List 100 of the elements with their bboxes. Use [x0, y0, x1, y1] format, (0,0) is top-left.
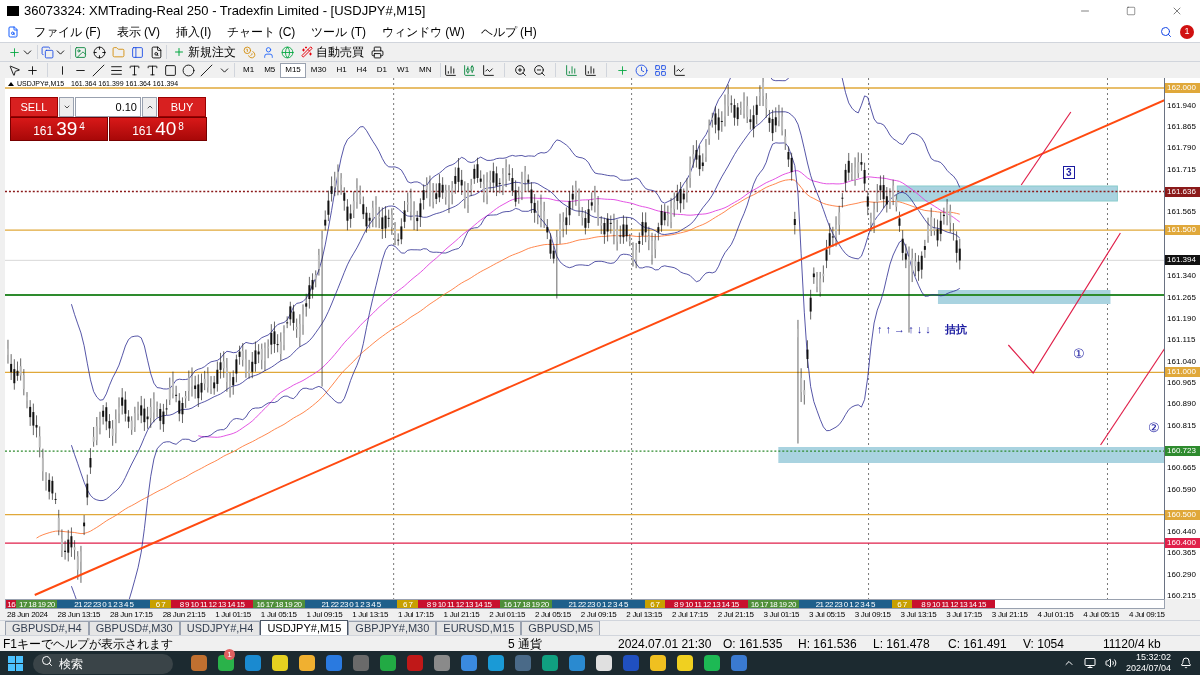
- chart-tab[interactable]: GBPUSD,M5: [521, 621, 601, 635]
- app-icon[interactable]: [542, 655, 558, 671]
- panel-icon[interactable]: [131, 45, 144, 59]
- copy-icon[interactable]: [41, 45, 54, 59]
- clock-icon[interactable]: [634, 63, 648, 77]
- session-segment: 8 9 10 11 12 13 14 15: [912, 600, 995, 608]
- timeframe-button[interactable]: W1: [392, 62, 415, 78]
- menu-item[interactable]: ウィンドウ (W): [374, 22, 473, 42]
- menu-item[interactable]: 挿入(I): [168, 22, 220, 42]
- cursor-icon[interactable]: [8, 63, 21, 77]
- session-segment: 6 7: [891, 600, 913, 608]
- menu-item[interactable]: ヘルプ (H): [472, 22, 545, 42]
- chart-tab[interactable]: GBPUSD#,M30: [88, 621, 180, 635]
- file-search-icon[interactable]: [150, 45, 163, 59]
- clock-date: 2024/07/04: [1125, 663, 1171, 674]
- app-icon[interactable]: [191, 655, 207, 671]
- time-label: 28 Jun 13:15: [57, 609, 101, 620]
- search-icon: [41, 655, 53, 667]
- zoom-in-icon[interactable]: [513, 63, 527, 77]
- price-tick: 161.715: [1167, 164, 1196, 174]
- price-tick: 160.665: [1167, 463, 1196, 473]
- clock-time: 15:32:02: [1135, 652, 1171, 663]
- search-field[interactable]: 検索: [33, 654, 173, 674]
- trend-line-icon[interactable]: [92, 63, 105, 77]
- chart-tab[interactable]: GBPJPY#,M30: [348, 621, 437, 635]
- new-order-button[interactable]: 新規注文: [170, 43, 239, 61]
- ellipse-icon[interactable]: [182, 63, 195, 77]
- timeframe-button[interactable]: H4: [351, 62, 372, 78]
- menu-item[interactable]: ファイル (F): [26, 22, 109, 42]
- monitor-icon[interactable]: [1083, 657, 1096, 669]
- price-tick: 161.265: [1167, 292, 1196, 302]
- chart-tab[interactable]: USDJPY#,M15: [260, 620, 349, 635]
- price-tick: 161.340: [1167, 271, 1196, 281]
- app-icon[interactable]: [650, 655, 666, 671]
- lot-field[interactable]: 0.10: [75, 97, 141, 117]
- collapse-triangle-icon[interactable]: [8, 82, 14, 86]
- app-icon[interactable]: [731, 655, 747, 671]
- print-icon[interactable]: [371, 45, 384, 59]
- app-icon[interactable]: [704, 655, 720, 671]
- document-icon[interactable]: [7, 26, 19, 38]
- chart-tab[interactable]: USDJPY#,H4: [179, 621, 261, 635]
- price-tick: 161.565: [1167, 207, 1196, 217]
- session-segment: 8 9 10 11 12 13 14 15: [665, 600, 748, 608]
- menu-item[interactable]: チャート (C): [219, 22, 304, 42]
- app-icon[interactable]: [596, 655, 612, 671]
- session-segment: 8 9 10 11 12 13 14 15: [417, 600, 501, 608]
- timeframe-button[interactable]: M30: [305, 62, 332, 78]
- price-tick: 160.815: [1167, 420, 1196, 430]
- tile-icon[interactable]: [653, 63, 667, 77]
- app-icon[interactable]: [569, 655, 585, 671]
- app-icon[interactable]: [677, 655, 693, 671]
- app-icon[interactable]: [272, 655, 288, 671]
- status-text: O: 161.535: [723, 636, 784, 651]
- price-level-label: 161.500: [1165, 225, 1200, 236]
- time-label: 2 Jul 09:15: [580, 609, 617, 620]
- auto-trading-button[interactable]: 自動売買: [298, 43, 367, 61]
- text-tool-icon[interactable]: [128, 63, 141, 77]
- chart-tab[interactable]: GBPUSD#,H4: [5, 621, 89, 635]
- wand-icon: [301, 46, 313, 58]
- chart-tab[interactable]: EURUSD,M15: [436, 621, 522, 635]
- start-icon[interactable]: [8, 655, 23, 671]
- time-label: 4 Jul 05:15: [1083, 609, 1120, 620]
- menu-item[interactable]: ツール (T): [303, 22, 374, 42]
- timeframe-button[interactable]: D1: [371, 62, 393, 78]
- app-icon[interactable]: [245, 655, 261, 671]
- channel-icon[interactable]: [110, 63, 123, 77]
- price-tick: 160.215: [1167, 591, 1196, 601]
- sell-button[interactable]: SELL: [10, 97, 58, 117]
- timeframe-button[interactable]: MN: [414, 62, 437, 78]
- line-chart-icon[interactable]: [481, 63, 495, 77]
- buy-button[interactable]: BUY: [158, 97, 206, 117]
- app-icon[interactable]: [434, 655, 450, 671]
- text-label-icon[interactable]: [146, 63, 159, 77]
- price-tick: 161.940: [1167, 100, 1196, 110]
- timeframe-button[interactable]: M1: [238, 62, 260, 78]
- close-icon: [1171, 5, 1183, 17]
- session-segment: 21 22 23 0 1 2 3 4 5: [57, 600, 151, 608]
- app-icon[interactable]: [299, 655, 315, 671]
- app-icon[interactable]: [461, 655, 477, 671]
- menu-item[interactable]: 表示 (V): [108, 22, 168, 42]
- candlestick-icon[interactable]: [462, 63, 476, 77]
- time-label: 3 Jul 21:15: [991, 609, 1028, 620]
- timeframe-button[interactable]: M15: [280, 62, 306, 78]
- time-label: 28 Jun 21:15: [162, 609, 206, 620]
- rectangle-icon[interactable]: [164, 63, 177, 77]
- session-segment: 16: [6, 600, 17, 608]
- app-icon[interactable]: [488, 655, 504, 671]
- search-icon[interactable]: [1160, 26, 1172, 38]
- notification-badge[interactable]: 1: [1180, 25, 1194, 39]
- bell-icon[interactable]: [1180, 657, 1192, 669]
- globe-icon[interactable]: [281, 45, 294, 59]
- bar-chart-icon[interactable]: [443, 63, 457, 77]
- zoom-out-icon[interactable]: [532, 63, 546, 77]
- timeframe-button[interactable]: M5: [259, 62, 281, 78]
- app-icon[interactable]: [326, 655, 342, 671]
- volume-icon[interactable]: [1104, 657, 1117, 669]
- app-icon[interactable]: [380, 655, 396, 671]
- user-icon[interactable]: [262, 45, 275, 59]
- timeframe-button[interactable]: H1: [331, 62, 352, 78]
- status-text: 5 通貨: [508, 636, 543, 651]
